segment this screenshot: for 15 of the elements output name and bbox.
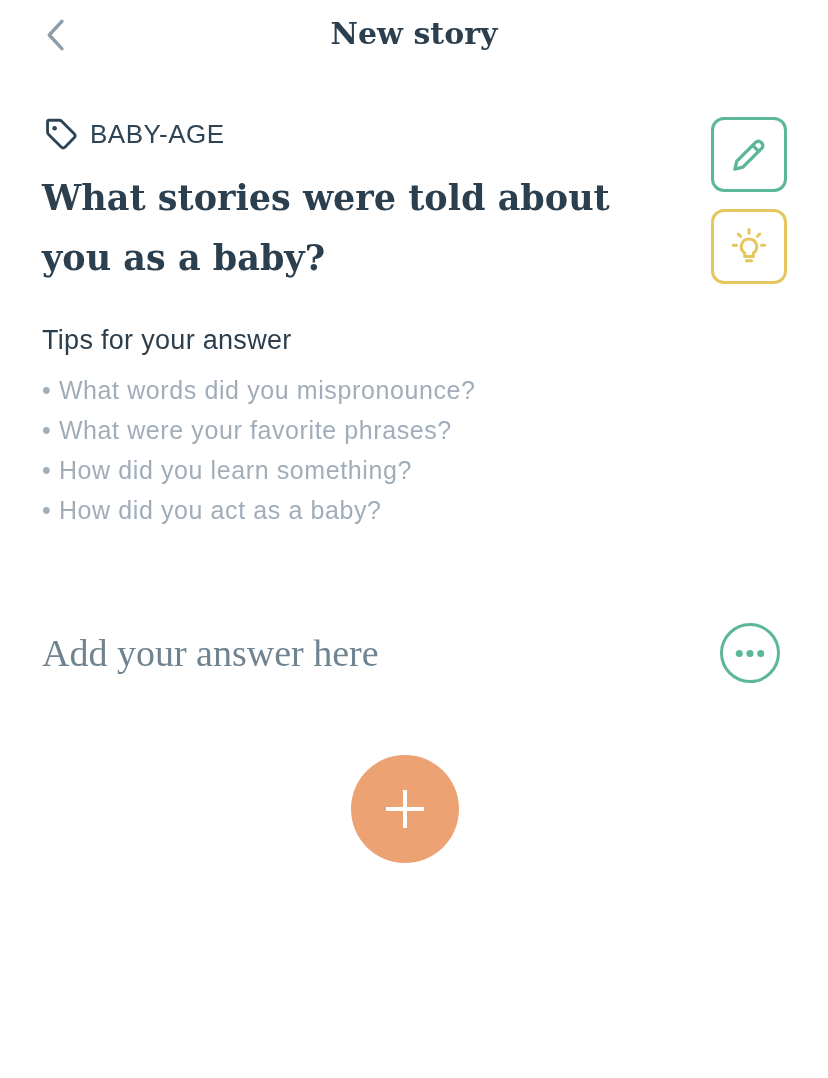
more-button[interactable] [720,623,780,683]
tips-heading: Tips for your answer [42,324,293,357]
tip-text: • How did you act as a baby? [42,495,383,526]
tip-text: • How did you learn something? [42,455,413,486]
question-heading: What stories were told about you as a baby? [42,176,611,280]
tip-text: • What were your favorite phrases? [42,415,453,446]
category-tag: BABY-AGE [90,117,225,151]
tag-icon [44,117,78,151]
screen-title: New story [330,15,498,53]
edit-button[interactable] [711,117,787,192]
ellipsis-icon [735,648,765,658]
plus-icon [385,789,425,829]
answer-field[interactable]: Add your answer here [42,625,700,681]
tip-text: • What words did you mispronounce? [42,375,477,406]
tips-button[interactable] [711,209,787,284]
